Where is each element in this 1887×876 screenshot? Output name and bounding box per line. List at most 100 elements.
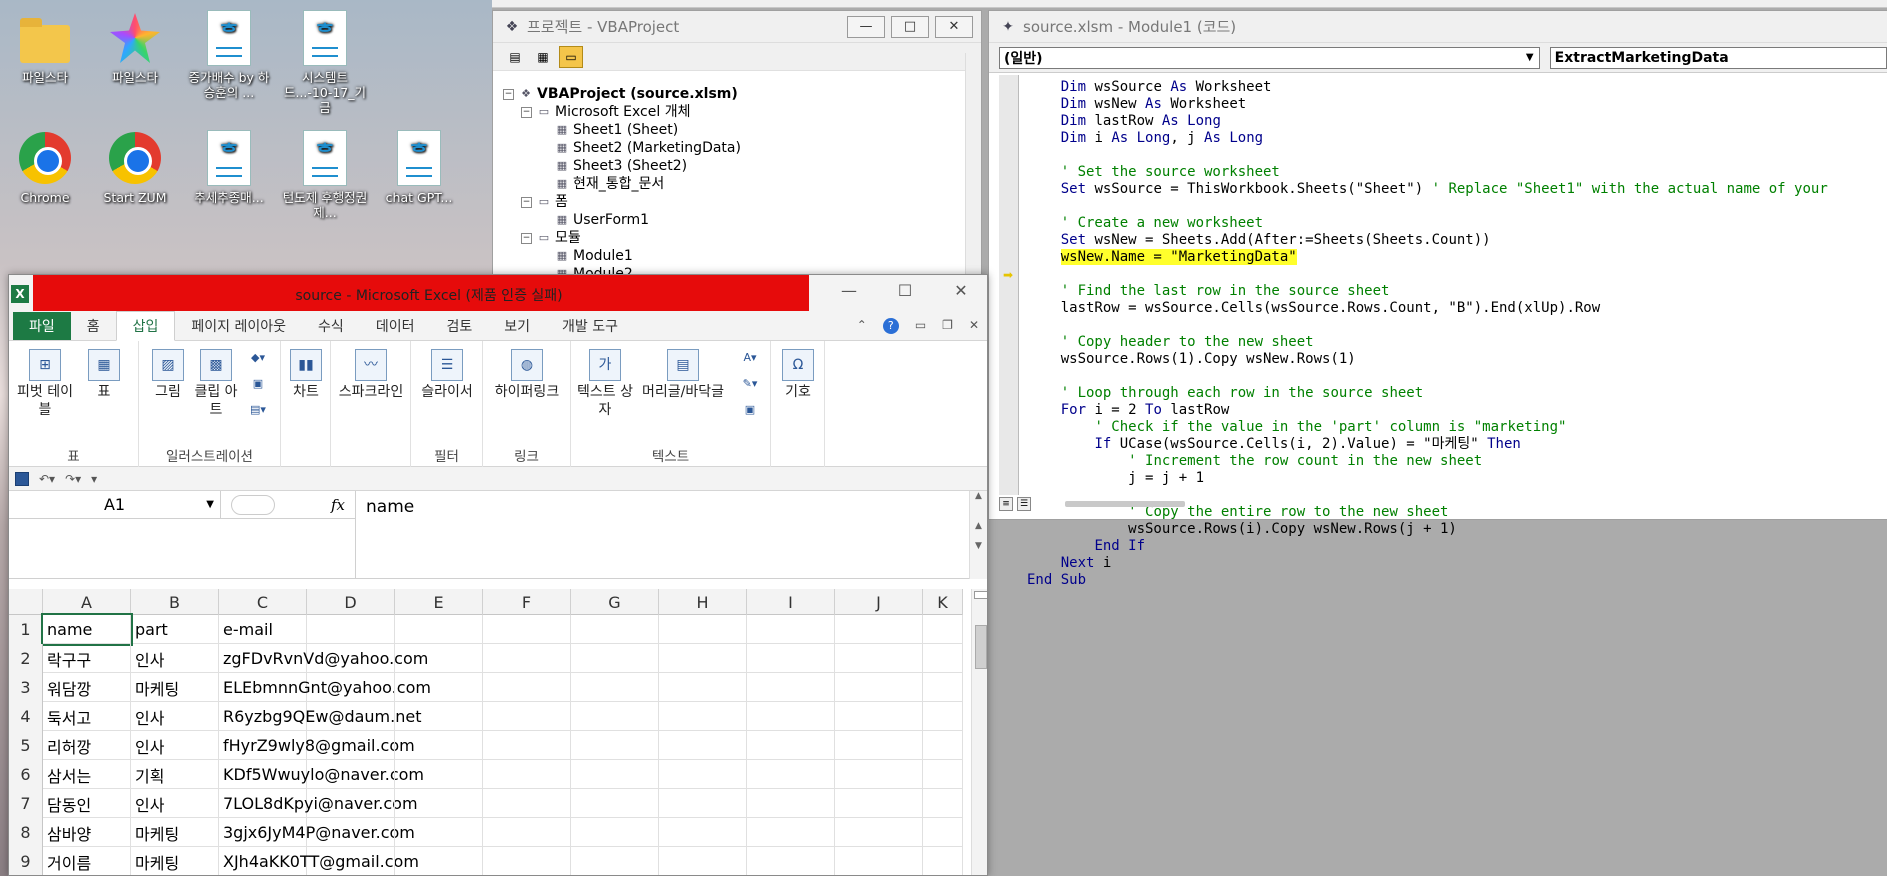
cell[interactable]: KDf5Wwuylo@naver.com [219, 760, 424, 789]
column-header[interactable]: H [659, 589, 747, 615]
cell[interactable] [835, 847, 923, 875]
ribbon-collapse-icon[interactable]: ⌃ [857, 318, 867, 334]
cell[interactable]: name [41, 613, 133, 646]
row-header[interactable]: 3 [9, 673, 43, 702]
desktop-icon-startzum[interactable]: Start ZUM [90, 130, 180, 205]
cell[interactable]: 기획 [131, 760, 219, 789]
clipart-button[interactable]: ▩ 클립 아트 [193, 349, 239, 419]
cell[interactable] [395, 615, 483, 644]
tab-developer[interactable]: 개발 도구 [546, 312, 634, 340]
name-box[interactable]: A1 ▼ [9, 491, 221, 519]
tab-home[interactable]: 홈 [71, 312, 116, 340]
shapes-icon[interactable]: ◆▾ [247, 351, 269, 367]
worksheet-grid[interactable]: ABCDEFGHIJK 1 name part e-mail 2 락구구 인사 zgFDvRv… [9, 589, 971, 875]
symbol-button[interactable]: Ω 기호 [777, 349, 819, 401]
cell[interactable] [835, 789, 923, 818]
restore-workbook-icon[interactable]: ❐ [942, 318, 953, 334]
cell[interactable] [307, 789, 395, 818]
cell[interactable] [571, 818, 659, 847]
cell[interactable] [307, 702, 395, 731]
cell[interactable] [747, 702, 835, 731]
column-header[interactable]: B [131, 589, 219, 615]
slicer-button[interactable]: ☰ 슬라이서 [415, 349, 479, 401]
cell[interactable] [923, 818, 963, 847]
cell[interactable] [923, 702, 963, 731]
tab-formulas[interactable]: 수식 [302, 312, 360, 340]
desktop-icon-filestar-1[interactable]: 파일스타 [0, 10, 90, 85]
cell[interactable] [747, 789, 835, 818]
tab-page-layout[interactable]: 페이지 레이아웃 [175, 312, 302, 340]
save-icon[interactable] [15, 471, 29, 486]
cell[interactable]: 마케팅 [131, 673, 219, 702]
minimize-workbook-icon[interactable]: ▭ [915, 318, 926, 334]
redo-icon[interactable]: ↷▾ [65, 472, 81, 486]
cell[interactable] [659, 615, 747, 644]
column-header[interactable]: J [835, 589, 923, 615]
cell[interactable]: 삼서는 [43, 760, 131, 789]
scroll-thumb[interactable] [975, 625, 987, 669]
cell[interactable] [747, 731, 835, 760]
cell[interactable]: 마케팅 [131, 818, 219, 847]
column-header[interactable]: K [923, 589, 963, 615]
cell[interactable] [659, 673, 747, 702]
cell[interactable]: e-mail [219, 615, 307, 644]
formula-input[interactable]: name [355, 491, 969, 579]
signature-line-icon[interactable]: ✎▾ [739, 377, 761, 393]
cell[interactable] [835, 673, 923, 702]
tree-node[interactable]: ▦ Sheet2 (MarketingData) [503, 139, 741, 157]
cell[interactable] [483, 702, 571, 731]
tree-node[interactable]: ▦ Sheet3 (Sheet2) [503, 157, 741, 175]
sheet-vertical-scrollbar[interactable] [971, 589, 987, 875]
cell[interactable] [395, 847, 483, 875]
screenshot-icon[interactable]: ▤▾ [247, 403, 269, 419]
cell[interactable] [659, 731, 747, 760]
cell[interactable] [659, 818, 747, 847]
cell[interactable] [659, 789, 747, 818]
cell[interactable] [571, 731, 659, 760]
table-button[interactable]: ▦ 표 [79, 349, 129, 401]
cell[interactable] [835, 644, 923, 673]
cell[interactable] [571, 847, 659, 875]
tab-file[interactable]: 파일 [13, 311, 71, 340]
tab-review[interactable]: 검토 [430, 312, 488, 340]
cell[interactable] [395, 673, 483, 702]
cell[interactable] [923, 760, 963, 789]
cell[interactable] [835, 615, 923, 644]
desktop-icon-doc-1[interactable]: 증가배수 by 하승훈의 ... [184, 10, 274, 100]
column-header[interactable]: C [219, 589, 307, 615]
procedure-view-button[interactable]: ≡ [999, 497, 1013, 511]
sparkline-button[interactable]: 〰 스파크라인 [333, 349, 409, 401]
desktop-icon-doc-5[interactable]: chat GPT... [374, 130, 464, 205]
row-header[interactable]: 1 [9, 615, 43, 644]
cell[interactable] [835, 818, 923, 847]
cell[interactable] [923, 644, 963, 673]
cell[interactable]: 인사 [131, 789, 219, 818]
cell[interactable] [923, 789, 963, 818]
cell[interactable] [395, 789, 483, 818]
tree-node[interactable]: − ▭ Microsoft Excel 개체 [503, 103, 741, 121]
object-icon[interactable]: ▣ [739, 403, 761, 419]
row-header[interactable]: 5 [9, 731, 43, 760]
cell[interactable] [307, 847, 395, 875]
desktop-icon-doc-4[interactable]: 턴도제 후행정권제... [280, 130, 370, 220]
tab-insert[interactable]: 삽입 [115, 310, 176, 341]
cell[interactable] [395, 818, 483, 847]
cell[interactable]: R6yzbg9QEw@daum.net [219, 702, 421, 731]
row-header[interactable]: 7 [9, 789, 43, 818]
cell[interactable] [747, 615, 835, 644]
cell[interactable] [483, 731, 571, 760]
cell[interactable]: 마케팅 [131, 847, 219, 875]
close-workbook-icon[interactable]: ✕ [969, 318, 979, 334]
cell[interactable] [483, 789, 571, 818]
cell[interactable] [395, 731, 483, 760]
desktop-icon-chrome[interactable]: Chrome [0, 130, 90, 205]
tree-node[interactable]: ▦ Sheet1 (Sheet) [503, 121, 741, 139]
tree-node[interactable]: ▦ UserForm1 [503, 211, 741, 229]
cell[interactable]: fHyrZ9wly8@gmail.com [219, 731, 415, 760]
minimize-button[interactable]: — [847, 15, 885, 38]
column-header[interactable]: D [307, 589, 395, 615]
row-header[interactable]: 2 [9, 644, 43, 673]
cell[interactable] [307, 760, 395, 789]
cell[interactable] [307, 615, 395, 644]
cell[interactable] [923, 731, 963, 760]
